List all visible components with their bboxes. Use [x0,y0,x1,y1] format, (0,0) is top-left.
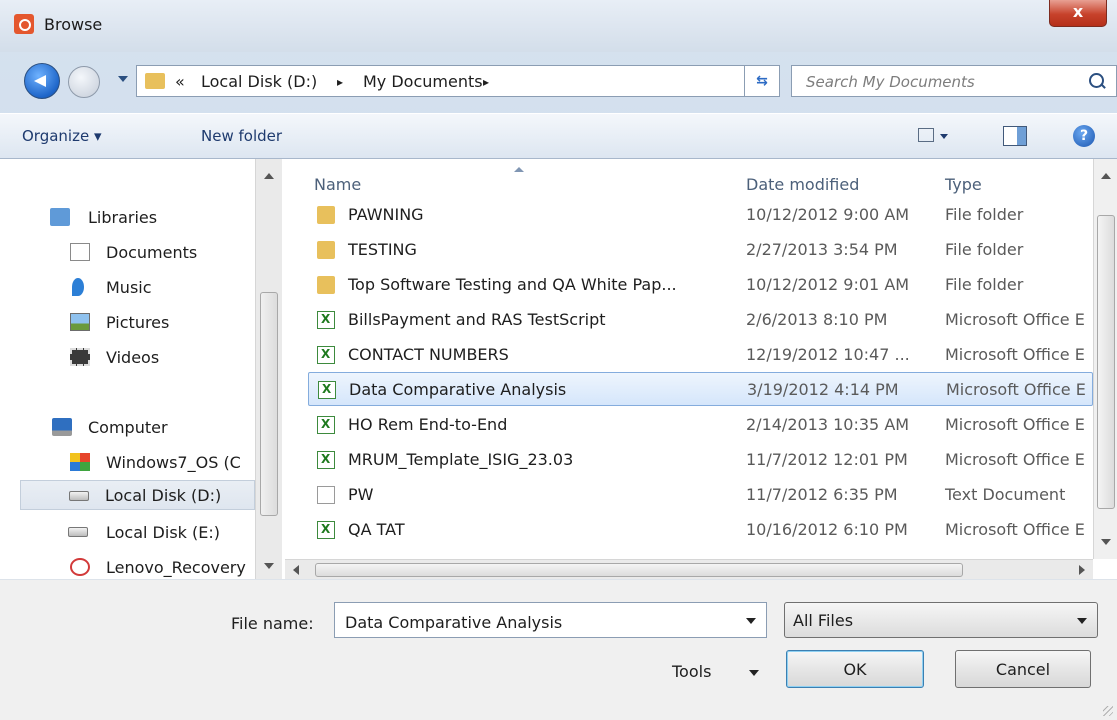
recovery-drive-icon [70,558,90,576]
breadcrumb-local-disk-d[interactable]: Local Disk (D:) [201,72,317,91]
file-type-select[interactable]: All Files [784,602,1098,638]
browse-dialog: Browse x « Local Disk (D:) ▸ My Document… [0,0,1117,720]
scroll-up-icon[interactable] [1101,173,1111,179]
excel-file-icon [317,346,335,364]
file-list-vertical-scrollbar[interactable] [1093,159,1117,559]
search-icon[interactable] [1089,73,1104,88]
scrollbar-thumb[interactable] [315,563,963,577]
change-view-icon[interactable] [918,128,934,142]
recent-locations-chevron-icon[interactable] [118,76,128,82]
sidebar-item-pictures[interactable]: Pictures [0,307,255,337]
navigation-pane: Libraries Documents Music Pictures Video… [0,159,285,579]
breadcrumb-overflow[interactable]: « [175,72,185,91]
windows-drive-icon [70,453,90,471]
window-title: Browse [44,15,103,34]
command-toolbar: Organize ▾ New folder ? [0,113,1117,159]
sidebar-item-computer[interactable]: Computer [0,412,255,442]
scroll-down-icon[interactable] [1101,539,1111,545]
address-bar[interactable]: « Local Disk (D:) ▸ My Documents ▸ [136,65,768,97]
file-name-dropdown-icon[interactable] [746,618,756,624]
videos-icon [70,348,90,366]
libraries-icon [50,208,70,226]
file-type-value: All Files [793,611,854,630]
sidebar-item-local-disk-d[interactable]: Local Disk (D:) [20,480,255,510]
music-icon [72,278,84,296]
file-name-combobox[interactable] [334,602,767,638]
dialog-footer: File name: All Files Tools OK Cancel [0,579,1117,720]
close-button[interactable]: x [1049,0,1107,27]
pictures-icon [70,313,90,331]
sidebar-item-videos[interactable]: Videos [0,342,255,372]
scroll-up-icon[interactable] [264,173,274,179]
search-box[interactable] [791,65,1117,97]
file-row-contact-numbers[interactable]: CONTACT NUMBERS 12/19/2012 10:47 ... Mic… [293,338,1093,372]
excel-file-icon [317,521,335,539]
excel-file-icon [317,416,335,434]
breadcrumb-my-documents[interactable]: My Documents [363,72,483,91]
computer-icon [52,418,72,436]
scroll-right-icon[interactable] [1079,565,1085,575]
column-header-date-modified[interactable]: Date modified [746,175,859,194]
file-row-data-comparative-analysis[interactable]: Data Comparative Analysis 3/19/2012 4:14… [308,372,1093,406]
file-row-ho-rem[interactable]: HO Rem End-to-End 2/14/2013 10:35 AM Mic… [293,408,1093,442]
file-name-label: File name: [231,614,314,633]
forward-button[interactable] [68,66,100,98]
scroll-left-icon[interactable] [293,565,299,575]
cancel-button[interactable]: Cancel [955,650,1091,688]
scroll-down-icon[interactable] [264,563,274,569]
file-list-horizontal-scrollbar[interactable] [285,559,1093,580]
file-row-qa-tat[interactable]: QA TAT 10/16/2012 6:10 PM Microsoft Offi… [293,513,1093,547]
sidebar-item-music[interactable]: Music [0,272,255,302]
file-row-pawning[interactable]: PAWNING 10/12/2012 9:00 AM File folder [293,198,1093,232]
text-file-icon [317,486,335,504]
excel-file-icon [318,381,336,399]
title-bar[interactable]: Browse x [0,0,1117,52]
back-button[interactable] [24,63,60,99]
refresh-icon: ⇆ [756,73,768,89]
file-list: Name Date modified Type PAWNING 10/12/20… [293,159,1093,559]
organize-button[interactable]: Organize ▾ [22,127,102,145]
tools-chevron-down-icon[interactable] [749,670,759,676]
folder-icon [317,206,335,224]
file-row-billspayment[interactable]: BillsPayment and RAS TestScript 2/6/2013… [293,303,1093,337]
refresh-button[interactable]: ⇆ [744,65,780,97]
file-row-top-software-testing[interactable]: Top Software Testing and QA White Pap...… [293,268,1093,302]
search-input[interactable] [804,71,1088,93]
file-type-dropdown-icon[interactable] [1077,618,1087,624]
ok-button[interactable]: OK [786,650,924,688]
app-icon [14,14,34,34]
sidebar-item-local-disk-e[interactable]: Local Disk (E:) [0,517,255,547]
resize-grip[interactable] [1103,706,1113,716]
file-row-mrum-template[interactable]: MRUM_Template_ISIG_23.03 11/7/2012 12:01… [293,443,1093,477]
new-folder-button[interactable]: New folder [201,127,282,145]
preview-pane-icon[interactable] [1003,126,1027,146]
navigation-scrollbar[interactable] [255,159,282,579]
sidebar-item-libraries[interactable]: Libraries [0,202,255,232]
help-icon[interactable]: ? [1073,125,1095,147]
documents-icon [70,243,90,261]
column-header-type[interactable]: Type [945,175,982,194]
drive-icon [69,491,89,501]
sidebar-item-documents[interactable]: Documents [0,237,255,267]
folder-icon [317,241,335,259]
sidebar-item-lenovo-recovery[interactable]: Lenovo_Recovery [0,552,255,579]
sidebar-item-windows7-os[interactable]: Windows7_OS (C [0,447,255,477]
sort-ascending-icon [514,167,524,172]
scrollbar-thumb[interactable] [1097,215,1115,509]
content-area: Libraries Documents Music Pictures Video… [0,159,1117,580]
excel-file-icon [317,451,335,469]
folder-icon [145,73,165,89]
file-row-pw[interactable]: PW 11/7/2012 6:35 PM Text Document [293,478,1093,512]
file-name-input[interactable] [343,611,727,633]
column-header-name[interactable]: Name [314,175,361,194]
drive-icon [68,527,88,537]
view-options-chevron-icon[interactable] [940,134,948,139]
breadcrumb-separator-icon[interactable]: ▸ [337,75,343,89]
tools-button[interactable]: Tools [672,662,711,681]
scrollbar-thumb[interactable] [260,292,278,516]
folder-icon [317,276,335,294]
breadcrumb-separator-icon[interactable]: ▸ [483,75,489,89]
excel-file-icon [317,311,335,329]
file-row-testing[interactable]: TESTING 2/27/2013 3:54 PM File folder [293,233,1093,267]
